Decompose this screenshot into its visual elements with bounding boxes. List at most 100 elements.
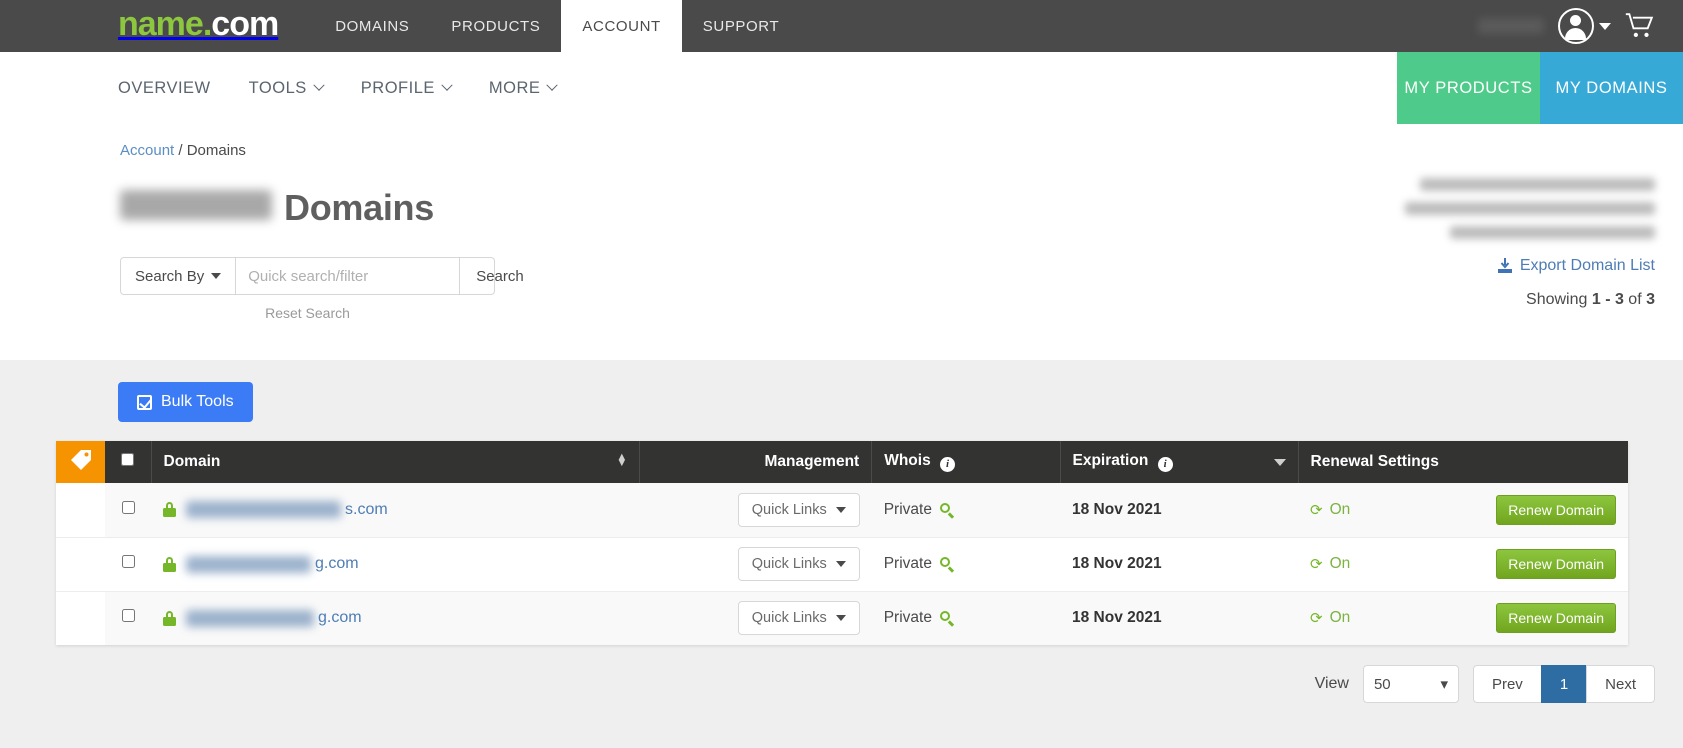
row-checkbox[interactable] <box>121 555 135 568</box>
reset-search-link[interactable]: Reset Search <box>120 305 495 321</box>
lock-icon <box>163 502 176 518</box>
nav-item-domains[interactable]: DOMAINS <box>314 0 430 52</box>
row-domain-cell: g.com <box>151 591 640 645</box>
caret-down-icon <box>835 615 846 622</box>
tag-icon <box>70 449 91 470</box>
refresh-icon: ⟳ <box>1310 501 1323 519</box>
domain-column-header[interactable]: Domain ▲ ▼ <box>151 441 641 483</box>
domains-panel: Bulk Tools Domain ▲ ▼ Management Whois i… <box>0 360 1683 748</box>
subnav-profile-label: PROFILE <box>360 78 435 97</box>
row-tag-cell[interactable] <box>56 537 105 592</box>
breadcrumb-separator: / <box>178 142 183 159</box>
domain-link[interactable]: s.com <box>163 501 628 519</box>
row-renewal-cell: ⟳ On Renew Domain <box>1298 591 1628 645</box>
caret-down-icon <box>835 561 846 567</box>
nav-item-products[interactable]: PRODUCTS <box>430 0 561 52</box>
site-logo[interactable]: name. com <box>118 0 279 52</box>
quick-links-dropdown[interactable]: Quick Links <box>737 601 860 636</box>
search-icon[interactable] <box>939 557 955 573</box>
quick-links-dropdown[interactable]: Quick Links <box>737 547 860 581</box>
row-renewal-cell: ⟳ On Renew Domain <box>1298 483 1628 538</box>
breadcrumb-account-link[interactable]: Account <box>120 142 174 159</box>
auto-renew-status[interactable]: ⟳ On <box>1310 501 1350 519</box>
subnav-item-overview[interactable]: OVERVIEW <box>118 79 230 98</box>
row-checkbox[interactable] <box>121 609 135 623</box>
page-1-button[interactable]: 1 <box>1540 665 1588 703</box>
row-tag-cell[interactable] <box>56 483 105 538</box>
showing-total: 3 <box>1646 291 1655 308</box>
table-row: g.com Quick Links Private 18 Nov 2021 ⟳ … <box>56 537 1628 592</box>
quick-links-dropdown[interactable]: Quick Links <box>737 492 860 527</box>
row-checkbox[interactable] <box>121 500 135 514</box>
row-management-cell: Quick Links <box>639 537 872 592</box>
showing-prefix: Showing <box>1526 291 1592 308</box>
nav-item-account[interactable]: ACCOUNT <box>561 0 682 52</box>
auto-renew-status[interactable]: ⟳ On <box>1310 609 1350 627</box>
whois-status: Private <box>883 609 932 627</box>
search-input[interactable] <box>236 258 460 294</box>
renew-domain-button[interactable]: Renew Domain <box>1496 603 1616 634</box>
search-icon[interactable] <box>939 611 955 627</box>
info-icon[interactable]: i <box>1157 456 1173 472</box>
search-by-label: Search By <box>135 267 205 285</box>
whois-status: Private <box>883 500 932 518</box>
logo-com-text: com <box>211 4 279 43</box>
table-row: s.com Quick Links Private 18 Nov 2021 ⟳ … <box>56 483 1628 538</box>
search-button[interactable]: Search <box>459 258 540 294</box>
search-by-dropdown[interactable]: Search By <box>121 258 237 294</box>
select-all-column-header[interactable] <box>105 441 152 483</box>
shopping-cart-icon[interactable] <box>1625 13 1655 39</box>
auto-renew-status[interactable]: ⟳ On <box>1310 555 1350 573</box>
prev-page-button[interactable]: Prev <box>1472 665 1542 703</box>
showing-mid: of <box>1623 291 1647 308</box>
per-page-select[interactable]: 50 ▾ <box>1362 665 1459 703</box>
tag-column-header[interactable] <box>56 441 105 483</box>
management-column-label: Management <box>764 453 860 470</box>
per-page-value: 50 <box>1373 675 1391 693</box>
row-whois-cell: Private <box>871 483 1060 538</box>
subnav-item-more[interactable]: MORE <box>470 79 576 98</box>
subnav-more-label: MORE <box>488 78 541 97</box>
lock-icon <box>163 610 176 626</box>
account-summary-panel: Export Domain List Showing 1 - 3 of 3 <box>1405 178 1655 309</box>
row-tag-cell[interactable] <box>56 591 105 645</box>
pagination-controls: View 50 ▾ Prev 1 Next <box>0 665 1655 703</box>
view-label: View <box>1314 675 1349 692</box>
quick-links-label: Quick Links <box>751 556 827 572</box>
auto-renew-label: On <box>1329 555 1351 572</box>
export-domain-list-link[interactable]: Export Domain List <box>1405 257 1655 275</box>
my-domains-button[interactable]: MY DOMAINS <box>1540 52 1683 124</box>
subnav-item-profile[interactable]: PROFILE <box>342 79 470 98</box>
row-select-cell[interactable] <box>105 483 151 538</box>
sort-toggle-icon: ▲ ▼ <box>616 451 628 469</box>
bulk-tools-button[interactable]: Bulk Tools <box>118 382 253 422</box>
select-all-checkbox[interactable] <box>121 453 135 466</box>
renewal-settings-column-label: Renewal Settings <box>1310 453 1439 470</box>
renew-domain-button[interactable]: Renew Domain <box>1496 549 1616 579</box>
row-select-cell[interactable] <box>105 591 151 645</box>
lock-icon <box>163 556 176 572</box>
info-icon[interactable]: i <box>940 456 956 472</box>
table-head: Domain ▲ ▼ Management Whois i Expiration … <box>56 441 1628 483</box>
auto-renew-label: On <box>1329 609 1351 627</box>
logo-name-text: name <box>118 4 204 43</box>
auto-renew-label: On <box>1329 500 1351 518</box>
subnav-item-tools[interactable]: TOOLS <box>230 79 342 98</box>
nav-item-support[interactable]: SUPPORT <box>682 0 800 52</box>
my-products-button[interactable]: MY PRODUCTS <box>1397 52 1540 124</box>
search-icon[interactable] <box>939 502 955 519</box>
whois-status: Private <box>883 555 932 572</box>
domain-link[interactable]: g.com <box>163 555 628 573</box>
domain-name-redacted <box>186 609 314 627</box>
renew-domain-button[interactable]: Renew Domain <box>1496 494 1616 525</box>
table-row: g.com Quick Links Private 18 Nov 2021 ⟳ … <box>56 591 1628 645</box>
search-box: Search By Search <box>120 257 524 295</box>
checked-box-icon <box>137 394 152 410</box>
row-whois-cell: Private <box>871 591 1060 645</box>
expiration-column-header[interactable]: Expiration i <box>1060 441 1299 483</box>
domain-link[interactable]: g.com <box>163 609 628 627</box>
whois-column-label: Whois <box>884 452 931 470</box>
next-page-button[interactable]: Next <box>1586 665 1655 703</box>
account-menu[interactable] <box>1558 8 1611 44</box>
row-select-cell[interactable] <box>105 537 151 592</box>
